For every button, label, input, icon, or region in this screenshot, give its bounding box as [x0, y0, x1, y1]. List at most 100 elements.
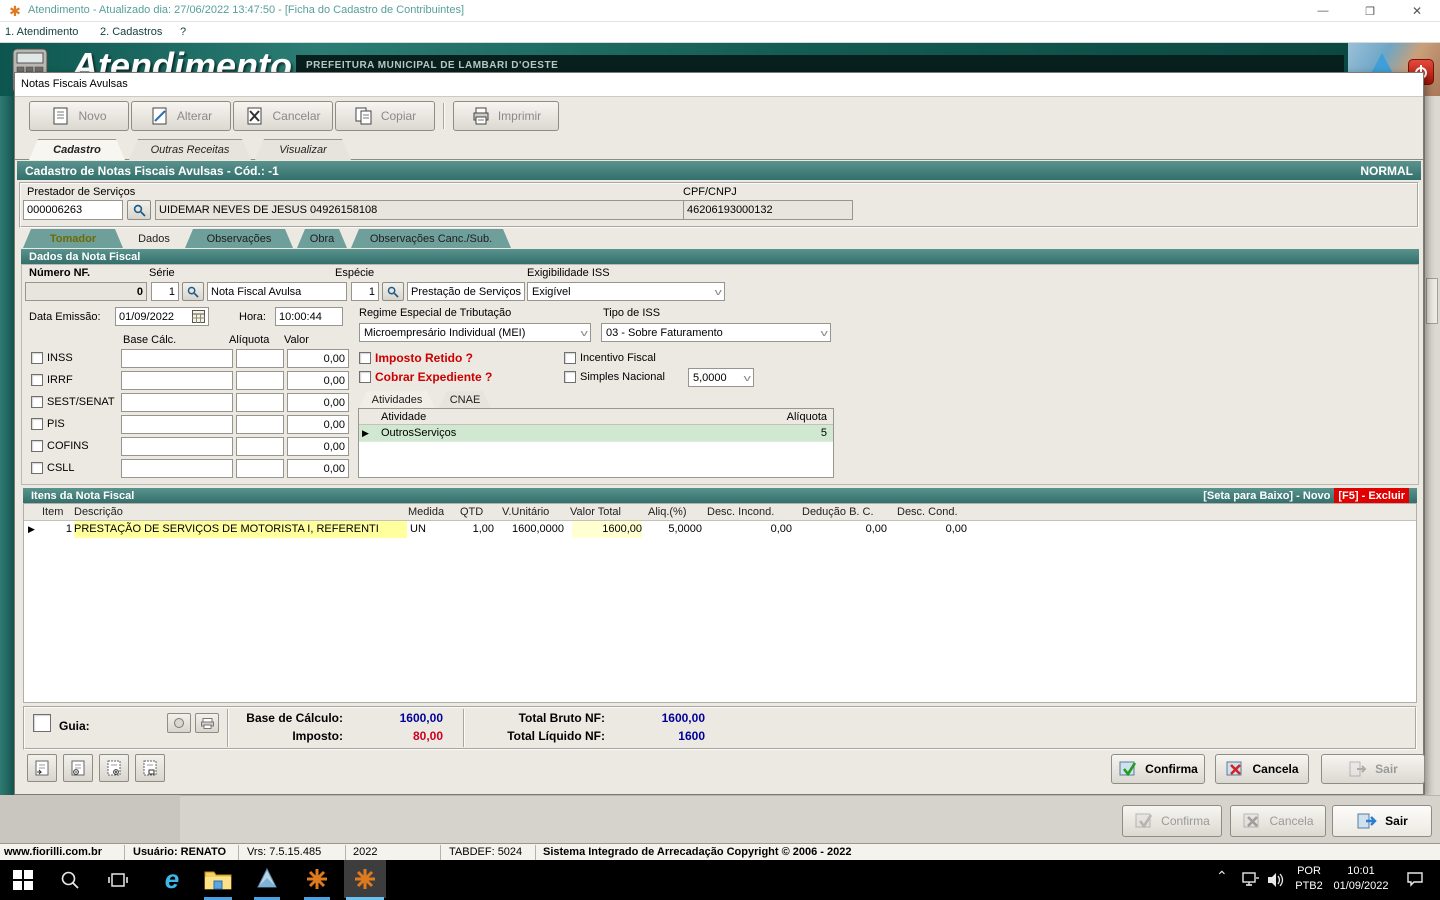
tab-tomador[interactable]: Tomador — [23, 229, 123, 248]
inss-base-field[interactable] — [121, 349, 233, 368]
app-taskbar-icon-blue[interactable] — [254, 867, 280, 891]
start-button[interactable] — [12, 869, 36, 891]
guia-view-button[interactable] — [167, 713, 191, 733]
cpf-field[interactable]: 46206193000132 — [683, 200, 853, 220]
close-button[interactable]: ✕ — [1394, 0, 1440, 22]
sest-base-field[interactable] — [121, 393, 233, 412]
cofins-aliquota-field[interactable] — [236, 437, 284, 456]
especie-field[interactable]: 1 — [351, 282, 379, 301]
explorer-taskbar-icon[interactable] — [204, 868, 232, 890]
irrf-base-field[interactable] — [121, 371, 233, 390]
confirma-button[interactable]: Confirma — [1111, 754, 1205, 784]
restore-button[interactable]: ❐ — [1347, 0, 1393, 22]
serie-desc-field[interactable]: Nota Fiscal Avulsa — [207, 282, 347, 301]
cancelar-button[interactable]: Cancelar — [233, 101, 333, 131]
novo-button[interactable]: Novo — [29, 101, 129, 131]
menu-cadastros[interactable]: 2. Cadastros — [100, 26, 162, 38]
cofins-valor-field[interactable]: 0,00 — [287, 437, 349, 456]
copiar-button[interactable]: Copiar — [335, 101, 435, 131]
tray-chevron-icon[interactable]: ⌃ — [1216, 868, 1228, 885]
sair-button-disabled[interactable]: Sair — [1321, 754, 1425, 784]
sest-checkbox[interactable] — [31, 396, 43, 408]
prestador-name-field[interactable]: UIDEMAR NEVES DE JESUS 04926158108 — [155, 200, 685, 220]
csll-aliquota-field[interactable] — [236, 459, 284, 478]
imprimir-button[interactable]: Imprimir — [453, 101, 559, 131]
mdi-right-scrollbar[interactable] — [1424, 96, 1440, 795]
tray-clock[interactable]: 10:01 01/09/2022 — [1330, 864, 1392, 894]
pis-valor-field[interactable]: 0,00 — [287, 415, 349, 434]
tab-obra[interactable]: Obra — [297, 229, 347, 248]
sest-valor-field[interactable]: 0,00 — [287, 393, 349, 412]
tab-outras-receitas[interactable]: Outras Receitas — [129, 139, 251, 160]
irrf-checkbox[interactable] — [31, 374, 43, 386]
serie-lookup-button[interactable] — [182, 282, 204, 301]
inss-checkbox[interactable] — [31, 352, 43, 364]
outer-cancela-button[interactable]: Cancela — [1230, 805, 1326, 837]
speaker-icon[interactable] — [1266, 871, 1284, 889]
nav-first-button[interactable] — [27, 754, 57, 782]
action-center-icon[interactable] — [1406, 871, 1424, 887]
item-row[interactable]: ▶ 1 PRESTAÇÃO DE SERVIÇOS DE MOTORISTA I… — [24, 521, 1416, 538]
especie-lookup-button[interactable] — [382, 282, 404, 301]
serie-field[interactable]: 1 — [151, 282, 179, 301]
col-item: Item — [42, 506, 64, 518]
menu-help[interactable]: ? — [180, 26, 186, 38]
scrollbar-thumb[interactable] — [1426, 278, 1438, 324]
menu-atendimento[interactable]: 1. Atendimento — [5, 26, 78, 38]
ie-taskbar-icon[interactable]: e — [156, 864, 188, 894]
atividade-row[interactable]: ▶ OutrosServiços 5 — [359, 425, 833, 442]
irrf-valor-field[interactable]: 0,00 — [287, 371, 349, 390]
regime-select[interactable]: Microempresário Individual (MEI) v — [359, 323, 591, 342]
exigibilidade-select[interactable]: Exigível v — [527, 282, 725, 301]
numero-nf-field[interactable]: 0 — [25, 282, 147, 301]
csll-checkbox[interactable] — [31, 462, 43, 474]
simples-checkbox[interactable] — [564, 371, 576, 383]
pis-checkbox[interactable] — [31, 418, 43, 430]
outer-sair-button[interactable]: Sair — [1332, 805, 1432, 837]
inss-valor-field[interactable]: 0,00 — [287, 349, 349, 368]
data-emissao-field[interactable]: 01/09/2022 — [115, 307, 209, 326]
cobrar-expediente-checkbox[interactable] — [359, 371, 371, 383]
prestador-lookup-button[interactable] — [127, 200, 151, 220]
guia-checkbox[interactable] — [33, 714, 51, 732]
tab-visualizar[interactable]: Visualizar — [255, 139, 351, 160]
cofins-checkbox[interactable] — [31, 440, 43, 452]
taskbar-search-icon[interactable] — [60, 870, 80, 890]
tab-atividades[interactable]: Atividades — [359, 391, 435, 408]
csll-base-field[interactable] — [121, 459, 233, 478]
pis-base-field[interactable] — [121, 415, 233, 434]
sest-aliquota-field[interactable] — [236, 393, 284, 412]
tray-language[interactable]: POR PTB2 — [1292, 864, 1326, 894]
novo-label: Novo — [78, 109, 107, 123]
prestador-code-field[interactable]: 000006263 — [23, 200, 123, 220]
tab-cadastro[interactable]: Cadastro — [29, 139, 125, 160]
fiorilli-taskbar-icon-1[interactable] — [304, 867, 330, 891]
tipo-iss-select[interactable]: 03 - Sobre Faturamento v — [601, 323, 831, 342]
outer-confirma-button[interactable]: Confirma — [1122, 805, 1222, 837]
nav-last-button[interactable] — [135, 754, 165, 782]
tab-obs-canc[interactable]: Observações Canc./Sub. — [351, 229, 511, 248]
imposto-retido-checkbox[interactable] — [359, 352, 371, 364]
nav-prev-button[interactable] — [63, 754, 93, 782]
network-icon[interactable] — [1242, 872, 1260, 888]
especie-desc-field[interactable]: Prestação de Serviços — [407, 282, 525, 301]
tab-cnae[interactable]: CNAE — [439, 391, 491, 408]
hora-field[interactable]: 10:00:44 — [275, 307, 343, 326]
calendar-icon[interactable] — [192, 310, 205, 323]
task-view-icon[interactable] — [108, 870, 128, 890]
minimize-button[interactable]: — — [1300, 0, 1346, 22]
tab-dados[interactable]: Dados — [127, 229, 181, 248]
fiorilli-taskbar-icon-2-active[interactable] — [344, 860, 386, 898]
guia-print-button[interactable] — [195, 713, 219, 733]
irrf-aliquota-field[interactable] — [236, 371, 284, 390]
tab-observacoes[interactable]: Observações — [185, 229, 293, 248]
simples-valor-select[interactable]: 5,0000 v — [688, 368, 754, 387]
csll-valor-field[interactable]: 0,00 — [287, 459, 349, 478]
inss-aliquota-field[interactable] — [236, 349, 284, 368]
alterar-button[interactable]: Alterar — [131, 101, 231, 131]
incentivo-checkbox[interactable] — [564, 352, 576, 364]
nav-next-button[interactable] — [99, 754, 129, 782]
cofins-base-field[interactable] — [121, 437, 233, 456]
pis-aliquota-field[interactable] — [236, 415, 284, 434]
cancela-button[interactable]: Cancela — [1215, 754, 1309, 784]
